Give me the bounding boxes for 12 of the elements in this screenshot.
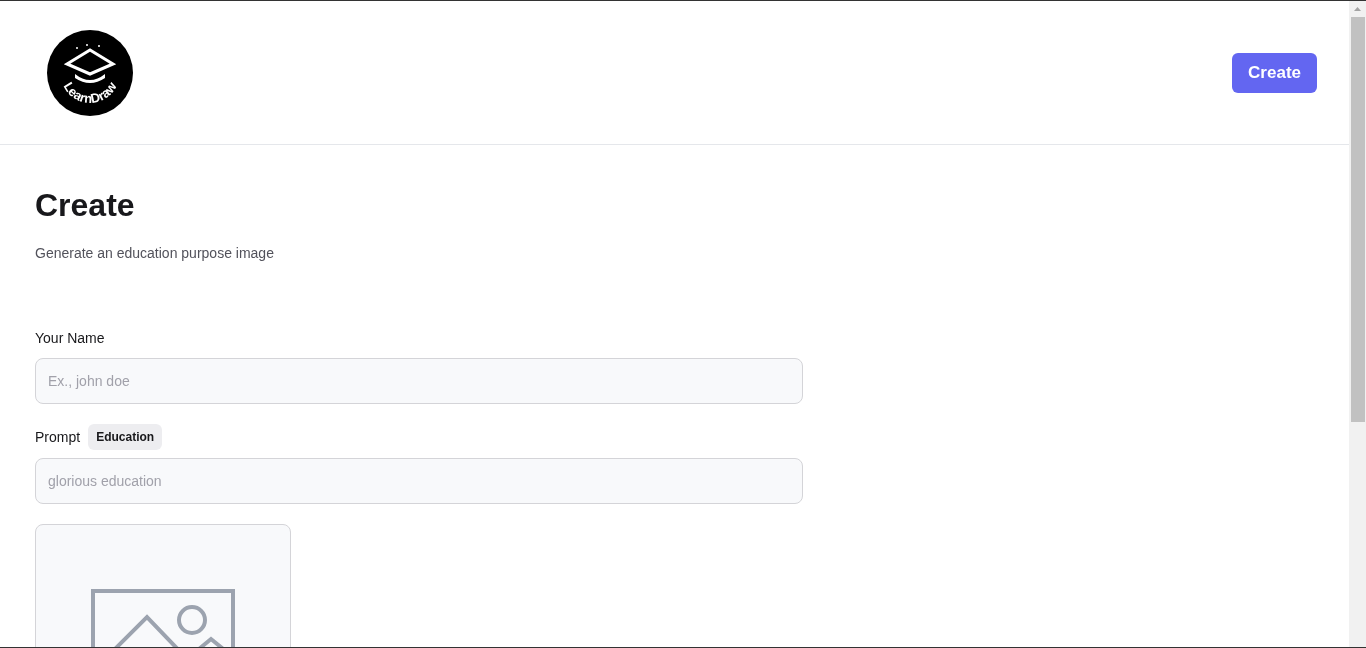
page-subtitle: Generate an education purpose image xyxy=(35,244,275,263)
prompt-input[interactable]: glorious education xyxy=(35,458,803,504)
scrollbar[interactable] xyxy=(1349,1,1366,647)
scroll-up-icon[interactable] xyxy=(1354,7,1361,11)
create-button[interactable]: Create xyxy=(1232,52,1317,93)
field-label: Your Name xyxy=(35,329,106,348)
logo: LearnDraw xyxy=(47,29,133,116)
image-icon xyxy=(91,589,237,647)
name-input[interactable]: Ex., john doe xyxy=(35,358,803,404)
page-title: Create xyxy=(35,186,136,225)
field-label: Prompt xyxy=(35,427,81,447)
tag: Education xyxy=(88,424,163,450)
